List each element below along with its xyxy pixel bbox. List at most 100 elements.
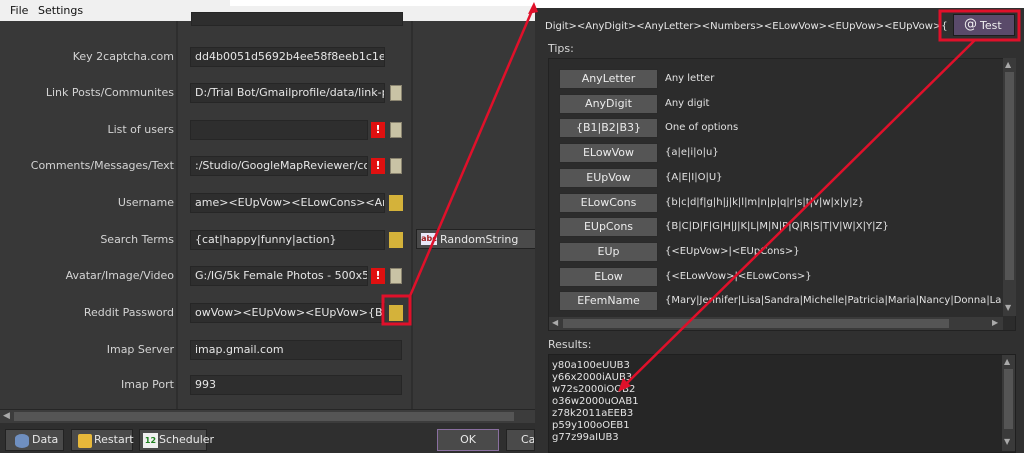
tip-insert-button[interactable]: ELowVow	[559, 143, 658, 164]
browse-file-icon[interactable]	[390, 122, 402, 138]
scheduler-button-label: Scheduler	[159, 433, 215, 446]
abc-icon: abc	[421, 233, 437, 245]
results-scrollbar[interactable]: ▲ ▼	[1002, 355, 1015, 451]
text-field[interactable]: imap.gmail.com	[190, 340, 402, 360]
text-field[interactable]: dd4b0051d5692b4ee58f8eeb1c1ea5b7	[190, 47, 385, 67]
field-label: List of users	[107, 123, 174, 136]
cancel-button[interactable]: Can	[506, 429, 535, 451]
tips-label: Tips:	[548, 42, 574, 55]
tip-description: {a|e|i|o|u}	[665, 147, 719, 159]
field-label: Reddit Password	[83, 306, 174, 319]
tip-description: {Mary|Jennifer|Lisa|Sandra|Michelle|Patr…	[665, 295, 1001, 307]
field-label: Avatar/Image/Video	[65, 269, 174, 282]
partial-field[interactable]	[191, 12, 403, 26]
scrollbar-thumb[interactable]	[1004, 369, 1013, 429]
tip-description: {b|c|d|f|g|h|j|k|l|m|n|p|q|r|s|t|v|w|x|y…	[665, 196, 865, 208]
scrollbar-thumb[interactable]	[1005, 72, 1014, 280]
scroll-down-icon[interactable]: ▼	[1005, 303, 1011, 312]
test-button-label: Test	[980, 19, 1002, 32]
browse-file-icon[interactable]	[390, 268, 402, 284]
scroll-down-icon[interactable]: ▼	[1004, 437, 1010, 446]
scroll-up-icon[interactable]: ▲	[1005, 60, 1011, 69]
text-field[interactable]: G:/IG/5k Female Photos - 500x500	[190, 266, 368, 286]
result-line: w72s2000iOOB2	[552, 384, 636, 395]
field-label: Link Posts/Communites	[45, 86, 174, 99]
error-icon: !	[371, 158, 385, 174]
data-button-label: Data	[32, 433, 59, 446]
random-string-button[interactable]: abc RandomString	[416, 229, 538, 249]
tip-insert-button[interactable]: {B1|B2|B3}	[559, 118, 658, 139]
field-label: Comments/Messages/Text	[30, 159, 174, 172]
result-line: y66x2000iAUB3	[552, 372, 633, 383]
field-label: Username	[117, 196, 174, 209]
text-field[interactable]: :/Studio/GoogleMapReviewer/comment.	[190, 156, 368, 176]
title-strip	[230, 0, 535, 6]
menu-settings[interactable]: Settings	[38, 4, 83, 17]
database-icon	[15, 434, 29, 448]
pattern-tester-window: Digit><AnyDigit><AnyLetter><Numbers><ELo…	[535, 0, 1024, 453]
result-line: g77z99aIUB3	[552, 432, 619, 443]
test-button[interactable]: @ Test	[953, 14, 1015, 36]
title-strip	[535, 0, 1024, 8]
text-field[interactable]	[190, 120, 368, 140]
tip-insert-button[interactable]: EUpVow	[559, 167, 658, 188]
horizontal-scrollbar[interactable]: ◀	[0, 409, 535, 423]
tips-horizontal-scrollbar[interactable]: ◀ ▶	[549, 317, 1003, 330]
tip-insert-button[interactable]: EUp	[559, 241, 658, 262]
data-button[interactable]: Data	[5, 429, 64, 451]
tips-vertical-scrollbar[interactable]: ▲ ▼	[1003, 58, 1016, 316]
scroll-left-icon[interactable]: ◀	[3, 411, 10, 421]
field-label: Imap Server	[106, 343, 174, 356]
field-label: Imap Port	[121, 378, 174, 391]
restart-icon	[78, 434, 92, 448]
tip-description: {A|E|I|O|U}	[665, 171, 723, 183]
result-line: p59y100oOEB1	[552, 420, 630, 431]
result-line: z78k2011aEEB3	[552, 408, 634, 419]
scheduler-button[interactable]: 12 Scheduler	[139, 429, 214, 451]
column-divider	[411, 21, 413, 409]
scroll-up-icon[interactable]: ▲	[1004, 357, 1010, 366]
ok-button[interactable]: OK	[437, 429, 499, 451]
tip-insert-button[interactable]: ELowCons	[559, 192, 658, 213]
tip-insert-button[interactable]: ELow	[559, 266, 658, 287]
browse-file-icon[interactable]	[390, 158, 402, 174]
text-field[interactable]: owVow><EUpVow><EUpVow>{B1|B2|B3}	[190, 303, 385, 323]
tip-description: Any letter	[665, 73, 715, 84]
random-string-label: RandomString	[440, 233, 519, 246]
scrollbar-thumb[interactable]	[563, 319, 949, 328]
edit-pencil-icon[interactable]	[389, 232, 403, 248]
restart-button-label: Restart	[94, 433, 134, 446]
scroll-left-icon[interactable]: ◀	[552, 318, 558, 327]
text-field[interactable]: {cat|happy|funny|action}	[190, 230, 385, 250]
error-icon: !	[371, 268, 385, 284]
tip-description: {<ELowVow>|<ELowCons>}	[665, 270, 812, 282]
browse-file-icon[interactable]	[390, 85, 402, 101]
edit-pencil-icon[interactable]	[389, 195, 403, 211]
edit-pencil-icon[interactable]	[389, 305, 403, 321]
tip-insert-button[interactable]: AnyLetter	[559, 69, 658, 89]
at-icon: @	[964, 17, 977, 32]
scroll-right-icon[interactable]: ▶	[992, 318, 998, 327]
tip-description: One of options	[665, 122, 739, 134]
result-line: o36w2000uOAB1	[552, 396, 639, 407]
tip-insert-button[interactable]: AnyDigit	[559, 93, 658, 114]
restart-button[interactable]: Restart	[71, 429, 134, 451]
text-field[interactable]: ame><EUpVow><ELowCons><AnyLetter>	[190, 193, 385, 213]
tip-description: Any digit	[665, 97, 710, 109]
column-divider	[176, 21, 178, 409]
tip-insert-button[interactable]: EFemName	[559, 291, 658, 312]
tip-description: {<EUpVow>|<EUpCons>}	[665, 245, 800, 257]
tip-insert-button[interactable]: EUpCons	[559, 217, 658, 238]
field-label: Search Terms	[100, 233, 174, 246]
text-field[interactable]: 993	[190, 375, 402, 395]
results-label: Results:	[548, 338, 592, 351]
error-icon: !	[371, 122, 385, 138]
calendar-icon: 12	[143, 433, 158, 448]
scrollbar-thumb[interactable]	[14, 412, 514, 421]
field-label: Key 2captcha.com	[72, 50, 174, 63]
menu-file[interactable]: File	[10, 4, 28, 17]
pattern-input[interactable]: Digit><AnyDigit><AnyLetter><Numbers><ELo…	[545, 17, 947, 37]
result-line: y80a100eUUB3	[552, 360, 630, 371]
settings-window: File Settings Key 2captcha.com dd4b0051d5…	[0, 0, 538, 453]
text-field[interactable]: D:/Trial Bot/Gmailprofile/data/link-post…	[190, 83, 385, 103]
